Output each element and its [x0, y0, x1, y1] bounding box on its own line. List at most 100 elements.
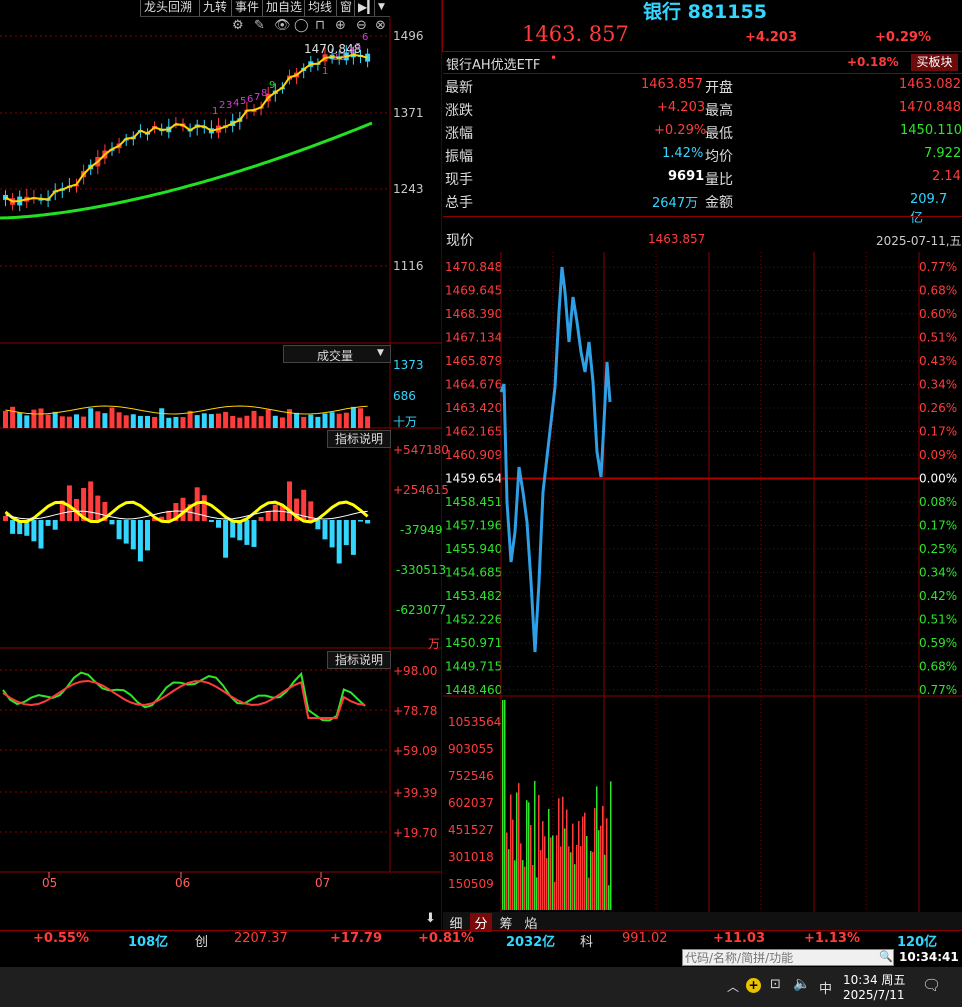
macd-bar: [208, 520, 214, 522]
volume-unit: 十万: [393, 415, 418, 429]
macd-bar: [336, 520, 342, 564]
volume-bar: [343, 412, 349, 428]
indicator-help-button[interactable]: 指标说明: [327, 430, 391, 448]
volume-icon[interactable]: 🔈: [793, 976, 810, 992]
volume-bar: [606, 818, 608, 910]
td-number: 4: [348, 46, 355, 57]
macd-bar: [216, 520, 221, 528]
volume-bar: [358, 408, 363, 428]
price-tick-label: 1467.134: [445, 331, 502, 345]
intraday-chart-svg[interactable]: 1470.848 0.77% 1469.645 0.68% 1468.390 0.60% 1…: [443, 252, 962, 912]
chuang-price: 2207.37: [234, 931, 288, 946]
volume-bar: [315, 416, 321, 428]
volume-bar: [145, 415, 150, 428]
volume-bar: [130, 414, 136, 428]
volume-bar: [244, 415, 250, 428]
macd-bar: [109, 520, 115, 525]
volume-bar: [152, 417, 158, 428]
volume-bar: [194, 415, 200, 428]
volume-bar: [10, 406, 16, 428]
volume-bar: [568, 846, 570, 910]
volume-bar: [512, 819, 514, 910]
price-tick-label: 1458.451: [445, 495, 502, 509]
macd-bar: [258, 516, 264, 521]
quote-label: 涨跌: [445, 103, 473, 119]
pct-tick-label: 0.42%: [919, 589, 957, 603]
volume-bar: [598, 830, 600, 910]
month-label: 05: [42, 876, 58, 890]
tray-chevron-icon[interactable]: ︿: [727, 978, 739, 995]
intraday-tabs: 细 分 筹 焰: [443, 912, 962, 932]
macd-bar: [287, 481, 292, 521]
ma-short-line: [4, 53, 368, 203]
quote-label: 金额: [705, 195, 733, 211]
td-number: 1: [322, 66, 329, 77]
pct-tick-label: 0.00%: [919, 472, 957, 486]
macd-bar: [38, 520, 44, 549]
price-tick-label: 1457.196: [445, 519, 502, 533]
ke-price: 991.02: [622, 931, 668, 946]
price-tick-label: 1455.940: [445, 542, 502, 556]
quote-value: 209.7亿: [910, 192, 948, 226]
volume-bar: [265, 409, 271, 428]
volume-bar: [542, 821, 544, 910]
volume-bar: [287, 409, 292, 428]
search-input[interactable]: [685, 950, 873, 965]
macd-bar: [95, 495, 101, 521]
price-tick-label: 1450.971: [445, 636, 502, 650]
volume-tick-label: 451527: [448, 823, 494, 837]
search-box[interactable]: 🔍: [682, 949, 894, 966]
taskbar-date[interactable]: 2025/7/11: [843, 988, 905, 1002]
kline-panel[interactable]: 龙头回溯 九转 事件 加自选 均线 窗 ▶▎ ▼ ⚙ ✎ 👁 ◯ ⊓ ⊕ ⊖ ⊗…: [0, 0, 449, 930]
ke-change: +11.03: [713, 931, 766, 946]
pct-tick-label: 0.77%: [919, 683, 957, 697]
volume-bar: [514, 860, 516, 910]
volume-bar: [180, 417, 186, 428]
volume-bar: [336, 413, 342, 428]
volume-selector[interactable]: 成交量 ▼: [283, 345, 391, 363]
taskbar-time[interactable]: 10:34 周五: [843, 971, 905, 988]
etf-name[interactable]: 银行AH优选ETF: [446, 54, 540, 73]
volume-bar: [530, 824, 532, 910]
macd-bar: [251, 520, 257, 547]
td-number: 6: [247, 94, 254, 105]
volume-bar: [308, 414, 314, 428]
macd-tick: +547180: [393, 443, 449, 457]
volume-bar: [502, 700, 504, 910]
download-icon[interactable]: ⬇: [425, 911, 436, 926]
td-number: 7: [254, 92, 261, 103]
notification-icon[interactable]: 🗨: [922, 976, 941, 994]
macd-tick: -330513: [396, 563, 447, 577]
volume-bar: [582, 816, 584, 910]
volume-bar: [596, 786, 598, 910]
price-tick-label: 1463.420: [445, 401, 502, 415]
macd-bar: [145, 520, 150, 551]
volume-bar: [564, 828, 566, 910]
price-tick-label: 1462.165: [445, 425, 502, 439]
volume-bar: [95, 411, 101, 428]
tray-app-icon[interactable]: +: [746, 978, 761, 993]
price-tick-label: 1448.460: [445, 683, 502, 697]
quote-label: 最低: [705, 126, 733, 142]
macd-bar: [137, 520, 143, 562]
volume-bar: [578, 820, 580, 910]
volume-tick-label: 150509: [448, 877, 494, 891]
month-label: 07: [315, 876, 331, 890]
taskbar: ︿ + ⊡ 🔈 中 10:34 周五 2025/7/11 🗨: [0, 967, 962, 1007]
volume-bar: [173, 416, 179, 428]
macd-bar: [123, 520, 129, 544]
etf-change: +0.18%: [847, 55, 899, 69]
buy-block-button[interactable]: 买板块: [911, 54, 958, 71]
clock: 10:34:41: [899, 950, 959, 964]
volume-bar: [534, 780, 536, 910]
indicator-help-button-2[interactable]: 指标说明: [327, 651, 391, 669]
volume-bar: [520, 843, 522, 910]
volume-bar: [584, 812, 586, 910]
volume-bar: [329, 412, 335, 428]
volume-bar: [52, 411, 58, 428]
ime-indicator[interactable]: 中: [819, 978, 832, 997]
quote-value: 1470.848: [899, 100, 962, 115]
etf-row[interactable]: 银行AH优选ETF • +0.18% 买板块: [443, 51, 962, 73]
search-icon[interactable]: 🔍: [879, 950, 893, 963]
network-icon[interactable]: ⊡: [770, 977, 781, 992]
